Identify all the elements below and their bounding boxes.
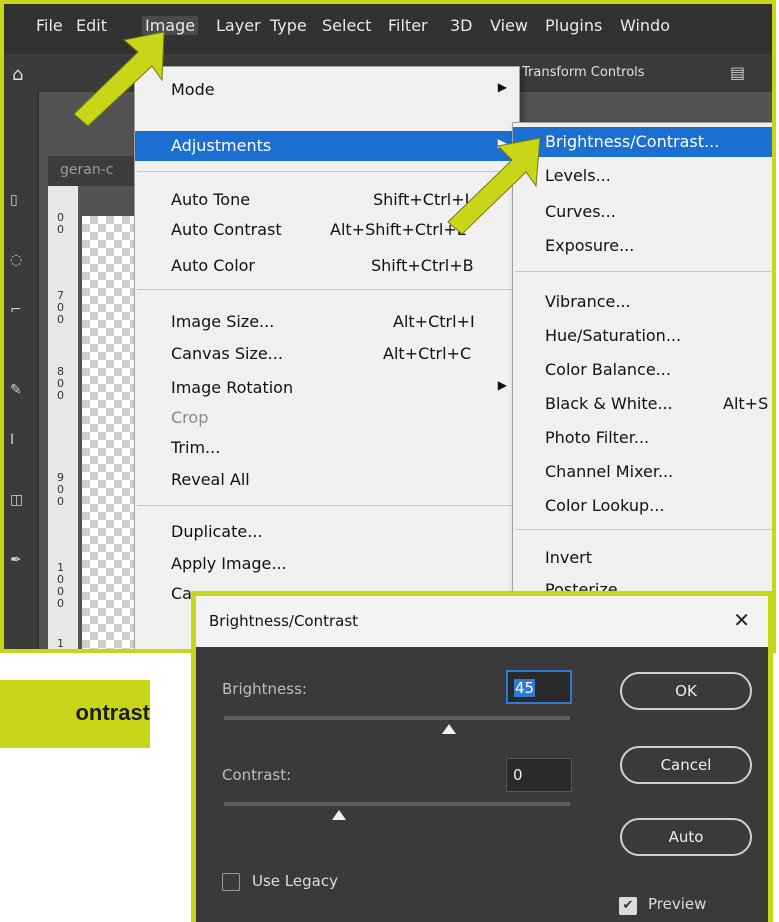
brightness-label: Brightness: [222, 680, 307, 698]
ruler-digit: 0 [57, 223, 64, 236]
menu-item-photo-filter[interactable]: Photo Filter... [513, 423, 772, 453]
pointer-arrow-icon [447, 137, 541, 235]
ruler-digit: 8 [57, 365, 64, 378]
ruler-digit: 1 [57, 637, 64, 650]
brightness-input[interactable]: 45 [506, 670, 572, 704]
ruler-digit: 9 [57, 471, 64, 484]
menu-item-auto-color[interactable]: Auto Color Shift+Ctrl+B [135, 251, 519, 281]
menu-item-canvas-size[interactable]: Canvas Size... Alt+Ctrl+C [135, 339, 519, 369]
menu-item-color-lookup[interactable]: Color Lookup... [513, 491, 772, 521]
menu-3d[interactable]: 3D [450, 16, 473, 35]
ruler-digit: 0 [57, 301, 64, 314]
marquee-tool-icon[interactable]: ▯ [10, 192, 18, 208]
ruler-digit: 0 [57, 389, 64, 402]
eraser-tool-icon[interactable]: ◫ [10, 492, 23, 508]
contrast-input[interactable]: 0 [506, 758, 572, 792]
pointer-arrow-icon [73, 31, 165, 127]
menu-separator [515, 271, 772, 272]
menu-item-color-balance[interactable]: Color Balance... [513, 355, 772, 385]
menu-item-levels[interactable]: Levels... [513, 161, 772, 191]
home-icon[interactable]: ⌂ [12, 64, 23, 85]
menu-separator [137, 289, 517, 290]
contrast-slider-thumb[interactable] [332, 810, 347, 820]
align-icon[interactable]: ▤ [730, 63, 745, 82]
crop-tool-icon[interactable]: ⌐ [10, 302, 22, 318]
menu-item-black-white[interactable]: Black & White... Alt+S [513, 389, 772, 419]
pen-tool-icon[interactable]: ✒ [10, 552, 22, 568]
menu-item-apply-image[interactable]: Apply Image... [135, 549, 519, 579]
menu-item-mode[interactable]: Mode ▶ [135, 75, 519, 105]
menu-separator [137, 505, 517, 506]
use-legacy-label: Use Legacy [252, 872, 338, 890]
menu-item-brightness-contrast[interactable]: Brightness/Contrast... [513, 127, 772, 157]
menu-item-vibrance[interactable]: Vibrance... [513, 287, 772, 317]
menu-item-curves[interactable]: Curves... [513, 197, 772, 227]
adjustments-submenu: Brightness/Contrast... Levels... Curves.… [512, 122, 772, 649]
menu-item-trim[interactable]: Trim... [135, 433, 519, 463]
preview-checkbox[interactable]: ✔ [619, 897, 637, 915]
use-legacy-checkbox[interactable] [222, 873, 240, 891]
photoshop-screenshot: File Edit Image Layer Type Select Filter… [0, 0, 776, 653]
menu-window[interactable]: Windo [620, 16, 670, 35]
menu-select[interactable]: Select [322, 16, 371, 35]
brightness-slider-track[interactable] [224, 716, 570, 720]
lasso-tool-icon[interactable]: ◌ [10, 252, 22, 268]
transform-controls-label[interactable]: Transform Controls [522, 65, 645, 80]
menu-layer[interactable]: Layer [216, 16, 261, 35]
menu-item-duplicate[interactable]: Duplicate... [135, 517, 519, 547]
tools-panel: ▯ ◌ ⌐ ✎ I ◫ ✒ [4, 92, 39, 649]
menu-view[interactable]: View [490, 16, 528, 35]
menu-item-image-rotation[interactable]: Image Rotation ▶ [135, 373, 519, 403]
dialog-titlebar: Brightness/Contrast ✕ [196, 596, 768, 647]
ok-button[interactable]: OK [620, 672, 752, 710]
menu-separator [515, 529, 772, 530]
menu-plugins[interactable]: Plugins [545, 16, 602, 35]
ruler-digit: 7 [57, 289, 64, 302]
ruler-digit: 0 [57, 313, 64, 326]
document-tab[interactable]: geran-c [48, 156, 138, 186]
menu-item-exposure[interactable]: Exposure... [513, 231, 772, 261]
menu-item-hue-saturation[interactable]: Hue/Saturation... [513, 321, 772, 351]
submenu-arrow-icon: ▶ [497, 80, 507, 94]
menu-item-invert[interactable]: Invert [513, 543, 772, 573]
dialog-title: Brightness/Contrast [209, 612, 359, 630]
brush-tool-icon[interactable]: ✎ [10, 382, 22, 398]
menu-item-channel-mixer[interactable]: Channel Mixer... [513, 457, 772, 487]
menu-filter[interactable]: Filter [388, 16, 428, 35]
menu-type[interactable]: Type [270, 16, 307, 35]
menu-file[interactable]: File [36, 16, 63, 35]
menu-item-reveal-all[interactable]: Reveal All [135, 465, 519, 495]
brightness-slider-thumb[interactable] [441, 724, 456, 734]
ruler-digit: 0 [57, 495, 64, 508]
contrast-label: Contrast: [222, 766, 292, 784]
ruler-digit: 0 [57, 483, 64, 496]
menu-item-crop[interactable]: Crop [135, 403, 519, 433]
ruler-digit: 0 [57, 377, 64, 390]
ruler-digit: 0 [57, 573, 64, 586]
ruler-digit: 0 [57, 597, 64, 610]
brightness-contrast-dialog: Brightness/Contrast ✕ Brightness: 45 Con… [191, 591, 773, 922]
preview-label: Preview [648, 895, 707, 913]
ruler-digit: 0 [57, 211, 64, 224]
auto-button[interactable]: Auto [620, 818, 752, 856]
caption-text: ontrast [75, 700, 150, 725]
contrast-slider-track[interactable] [224, 802, 570, 806]
close-icon[interactable]: ✕ [733, 608, 750, 632]
ruler-digit: 0 [57, 585, 64, 598]
cancel-button[interactable]: Cancel [620, 746, 752, 784]
menu-item-image-size[interactable]: Image Size... Alt+Ctrl+I [135, 307, 519, 337]
dialog-body: Brightness/Contrast ✕ Brightness: 45 Con… [196, 596, 768, 922]
type-tool-icon[interactable]: I [10, 432, 14, 448]
ruler-digit: 1 [57, 561, 64, 574]
vertical-ruler: 0 0 7 0 0 8 0 0 9 0 0 1 0 0 0 1 [48, 186, 78, 650]
transparent-canvas[interactable] [82, 216, 142, 649]
submenu-arrow-icon: ▶ [497, 378, 507, 392]
caption-banner: ontrast [0, 680, 150, 748]
